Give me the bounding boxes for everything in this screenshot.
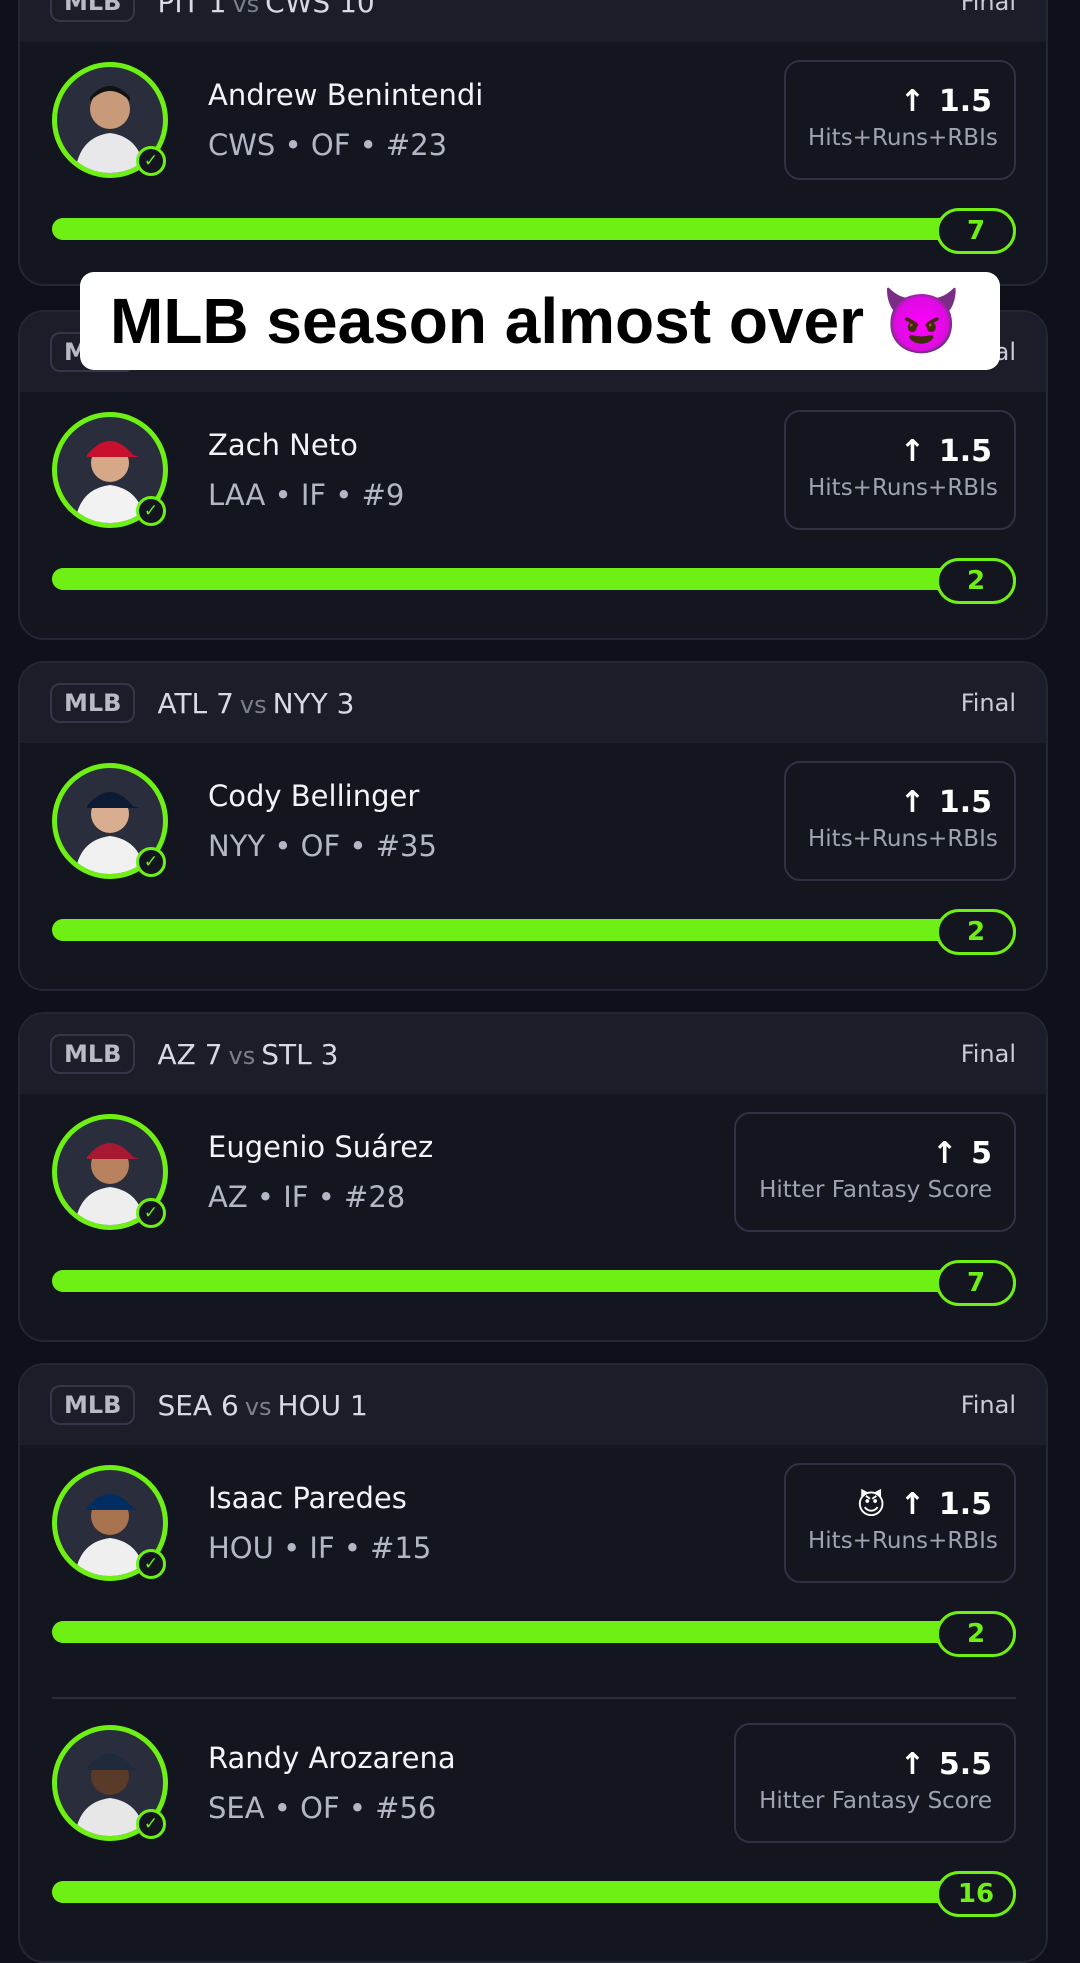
result-value: 2 — [936, 558, 1016, 604]
caption-overlay: MLB season almost over 😈 — [80, 272, 1000, 370]
projection-line: 1.5 — [938, 84, 992, 119]
player-name: Eugenio Suárez — [208, 1130, 434, 1164]
result-value: 7 — [936, 1260, 1016, 1306]
projection-line: 5.5 — [938, 1747, 992, 1782]
player-meta: LAA • IF • #9 — [208, 478, 405, 512]
player-row[interactable]: ✓ Randy Arozarena SEA • OF • #56 ↑ 5.5 Hi… — [20, 1705, 1046, 1955]
divider — [52, 1697, 1016, 1699]
result-value: 16 — [936, 1871, 1016, 1917]
projection-box[interactable]: ↑ 1.5 Hits+Runs+RBIs — [784, 60, 1016, 180]
player-row[interactable]: ✓ Eugenio Suárez AZ • IF • #28 ↑ 5 Hitter… — [20, 1094, 1046, 1340]
arrow-up-icon: ↑ — [899, 1747, 925, 1782]
arrow-up-icon: ↑ — [931, 1136, 958, 1171]
game-score: AZ 7 vs STL 3 — [157, 1037, 339, 1071]
game-card[interactable]: MLB AZ 7 vs STL 3 Final ✓ Eugenio Suárez A… — [18, 1012, 1048, 1342]
arrow-up-icon: ↑ — [899, 84, 925, 119]
projection-box[interactable]: ↑ 1.5 Hits+Runs+RBIs — [784, 761, 1016, 881]
projection-stat: Hitter Fantasy Score — [759, 1177, 992, 1203]
league-badge: MLB — [50, 0, 136, 22]
projection-line: 1.5 — [938, 785, 992, 820]
check-icon: ✓ — [136, 496, 166, 526]
projection-stat: Hits+Runs+RBIs — [808, 125, 998, 151]
progress-bar — [52, 1270, 1016, 1292]
game-header: MLB ATL 7 vs NYY 3 Final — [20, 663, 1046, 743]
projection-stat: Hits+Runs+RBIs — [808, 475, 998, 501]
player-meta: CWS • OF • #23 — [208, 128, 448, 162]
player-meta: HOU • IF • #15 — [208, 1531, 432, 1565]
projection-box[interactable]: ↑ 1.5 Hits+Runs+RBIs — [784, 410, 1016, 530]
progress-fill — [52, 1881, 1016, 1903]
projection-box[interactable]: 😈 ↑ 1.5 Hits+Runs+RBIs — [784, 1463, 1016, 1583]
league-badge: MLB — [50, 1385, 136, 1425]
projection-line: 1.5 — [938, 434, 992, 469]
game-status: Final — [960, 1040, 1016, 1068]
game-score: PIT 1 vs CWS 10 — [157, 0, 375, 19]
player-name: Cody Bellinger — [208, 779, 420, 813]
player-row[interactable]: ✓ Cody Bellinger NYY • OF • #35 ↑ 1.5 Hit… — [20, 743, 1046, 989]
player-row[interactable]: ✓ Isaac Paredes HOU • IF • #15 😈 ↑ 1.5 Hit… — [20, 1445, 1046, 1695]
result-value: 7 — [936, 208, 1016, 254]
player-row[interactable]: ✓ Andrew Benintendi CWS • OF • #23 ↑ 1.5 … — [20, 42, 1046, 284]
league-badge: MLB — [50, 1034, 136, 1074]
projection-line: 1.5 — [938, 1487, 992, 1522]
arrow-up-icon: ↑ — [899, 1487, 925, 1522]
progress-fill — [52, 1270, 1016, 1292]
game-header: MLB AZ 7 vs STL 3 Final — [20, 1014, 1046, 1094]
check-icon: ✓ — [136, 1198, 166, 1228]
game-card[interactable]: MLB PIT 1 vs CWS 10 Final ✓ Andrew Beninte… — [18, 0, 1048, 286]
player-meta: AZ • IF • #28 — [208, 1180, 406, 1214]
result-value: 2 — [936, 1611, 1016, 1657]
progress-bar — [52, 1881, 1016, 1903]
player-name: Randy Arozarena — [208, 1741, 456, 1775]
player-meta: NYY • OF • #35 — [208, 829, 437, 863]
check-icon: ✓ — [136, 146, 166, 176]
arrow-up-icon: ↑ — [899, 785, 925, 820]
player-name: Zach Neto — [208, 428, 358, 462]
projection-box[interactable]: ↑ 5 Hitter Fantasy Score — [734, 1112, 1016, 1232]
game-score: ATL 7 vs NYY 3 — [157, 686, 355, 720]
game-card[interactable]: MLB SEA 6 vs HOU 1 Final ✓ Isaac Paredes H… — [18, 1363, 1048, 1963]
progress-fill — [52, 218, 1016, 240]
player-name: Andrew Benintendi — [208, 78, 484, 112]
demon-icon: 😈 — [856, 1488, 886, 1521]
progress-bar — [52, 1621, 1016, 1643]
projection-stat: Hits+Runs+RBIs — [808, 1528, 998, 1554]
check-icon: ✓ — [136, 1809, 166, 1839]
projection-stat: Hits+Runs+RBIs — [808, 826, 998, 852]
progress-fill — [52, 1621, 1016, 1643]
projection-stat: Hitter Fantasy Score — [759, 1788, 992, 1814]
league-badge: MLB — [50, 683, 136, 723]
game-status: Final — [960, 689, 1016, 717]
projection-line: 5 — [971, 1136, 992, 1171]
progress-bar — [52, 218, 1016, 240]
projection-box[interactable]: ↑ 5.5 Hitter Fantasy Score — [734, 1723, 1016, 1843]
progress-bar — [52, 568, 1016, 590]
player-row[interactable]: ✓ Zach Neto LAA • IF • #9 ↑ 1.5 Hits+Runs… — [20, 392, 1046, 638]
player-meta: SEA • OF • #56 — [208, 1791, 437, 1825]
game-header: MLB SEA 6 vs HOU 1 Final — [20, 1365, 1046, 1445]
game-card[interactable]: MLB ATL 7 vs NYY 3 Final ✓ Cody Bellinger … — [18, 661, 1048, 991]
arrow-up-icon: ↑ — [899, 434, 925, 469]
game-score: SEA 6 vs HOU 1 — [157, 1388, 368, 1422]
player-name: Isaac Paredes — [208, 1481, 407, 1515]
progress-fill — [52, 568, 1016, 590]
progress-fill — [52, 919, 1016, 941]
game-status: Final — [960, 1391, 1016, 1419]
progress-bar — [52, 919, 1016, 941]
result-value: 2 — [936, 909, 1016, 955]
game-status: Final — [960, 0, 1016, 16]
game-header: MLB PIT 1 vs CWS 10 Final — [20, 0, 1046, 42]
check-icon: ✓ — [136, 1549, 166, 1579]
check-icon: ✓ — [136, 847, 166, 877]
